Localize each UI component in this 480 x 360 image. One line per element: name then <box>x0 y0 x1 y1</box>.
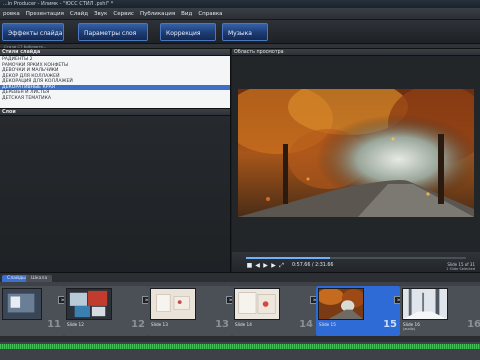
slide-label: Slide 13 <box>151 322 168 327</box>
layers-panel-header: Слои <box>0 109 230 116</box>
ribbon-tab-music[interactable]: Музыка <box>222 23 268 41</box>
player-controls: ■ ◀ ▶ ▶ ⤢ 0:57.66 / 2:31.66 Slide 15 of … <box>232 252 480 272</box>
slide-number: 13 <box>215 319 229 330</box>
preview-image <box>238 89 474 217</box>
slide-item-12[interactable]: Slide 12 12 <box>64 286 148 352</box>
menu-item-slide[interactable]: Слайд <box>70 11 88 17</box>
menu-item[interactable]: ровка <box>3 11 20 17</box>
slide-number: 14 <box>299 319 313 330</box>
styles-panel-header: Стили слайда <box>0 49 230 56</box>
preview-header: Область просмотра <box>232 49 480 56</box>
playback-progress-fill <box>246 257 330 259</box>
audio-waveform <box>232 344 316 349</box>
slide-selected-status: 1 Slide Selected <box>446 267 475 271</box>
slide-controls-strip <box>232 336 316 342</box>
audio-waveform <box>400 344 480 349</box>
slide-item-13[interactable]: Slide 13 13 <box>148 286 232 352</box>
playback-time: 0:57.66 / 2:31.66 <box>292 263 334 268</box>
next-icon[interactable]: ▶ <box>270 262 277 269</box>
slide-label: Slide 12 <box>67 322 84 327</box>
slide-number: 15 <box>383 319 397 330</box>
styles-list: РАДИЕНТЫ 2 РАМОЧКИ ЯРКИХ КОНФЕТЫ ДЕВОЧКИ… <box>0 56 230 108</box>
timeline-tabs: Слайды Шкала <box>0 272 480 282</box>
play-icon[interactable]: ▶ <box>262 262 269 269</box>
slide-thumbnail <box>2 288 42 320</box>
audio-waveform <box>64 344 148 349</box>
ribbon-tab-layer-params[interactable]: Параметры слоя <box>78 23 148 41</box>
slide-thumbnail <box>402 288 448 320</box>
slide-number: 12 <box>131 319 145 330</box>
slide-thumbnail <box>234 288 280 320</box>
playback-progress[interactable] <box>246 257 466 259</box>
slide-item-16[interactable]: Slide 16 (audio) 16 <box>400 286 480 352</box>
slide-number: 16 <box>467 319 480 330</box>
slide-controls-strip <box>400 336 480 342</box>
slide-item-15[interactable]: Slide 15 15 <box>316 286 400 352</box>
menu-item-presentation[interactable]: Презентация <box>26 11 64 17</box>
slide-timeline: 11 ≫ Slide 12 12 ≫ Slide 13 13 ≫ Slide 1… <box>0 282 480 360</box>
slide-item-14[interactable]: Slide 14 14 <box>232 286 316 352</box>
slide-sublabel: (audio) <box>403 327 416 331</box>
slide-number: 11 <box>47 319 61 330</box>
menu-item-view[interactable]: Вид <box>181 11 192 17</box>
menu-item-publish[interactable]: Публикация <box>140 11 175 17</box>
menu-item-service[interactable]: Сервис <box>113 11 134 17</box>
menu-item-sound[interactable]: Звук <box>94 11 107 17</box>
menu-item-help[interactable]: Справка <box>198 11 222 17</box>
left-panel: Стили слайда РАДИЕНТЫ 2 РАМОЧКИ ЯРКИХ КО… <box>0 49 231 272</box>
fullscreen-icon[interactable]: ⤢ <box>278 262 285 269</box>
layers-panel: Слои <box>0 108 230 266</box>
slide-controls-strip <box>148 336 232 342</box>
preview-panel: Область просмотра <box>232 49 480 272</box>
slide-label: Slide 14 <box>235 322 252 327</box>
slide-thumbnail <box>66 288 112 320</box>
slide-label: Slide 15 <box>319 322 336 327</box>
slide-controls-strip <box>64 336 148 342</box>
slide-item-11[interactable]: 11 <box>0 286 64 352</box>
audio-waveform <box>316 344 400 349</box>
slide-thumbnail <box>318 288 364 320</box>
slide-controls-strip <box>316 336 400 342</box>
menu-bar: ровка Презентация Слайд Звук Сервис Публ… <box>0 8 480 20</box>
ribbon-tab-slide-effects[interactable]: Эффекты слайда <box>2 23 64 41</box>
list-item[interactable]: ДЕТСКАЯ ТЕМАТИКА <box>0 96 230 102</box>
layers-panel-body <box>0 116 230 266</box>
tab-timeline[interactable]: Шкала <box>26 275 53 282</box>
audio-waveform <box>148 344 232 349</box>
slide-thumbnail <box>150 288 196 320</box>
window-title: ...in Producer - Илимк - "ЮСС СТИЛ .pshl… <box>0 0 480 8</box>
stop-icon[interactable]: ■ <box>246 262 253 269</box>
ribbon-tab-correction[interactable]: Коррекция <box>160 23 216 41</box>
ribbon: Эффекты слайда Параметры слоя Коррекция … <box>0 20 480 44</box>
prev-icon[interactable]: ◀ <box>254 262 261 269</box>
slide-controls-strip <box>0 336 64 342</box>
audio-waveform <box>0 344 64 349</box>
